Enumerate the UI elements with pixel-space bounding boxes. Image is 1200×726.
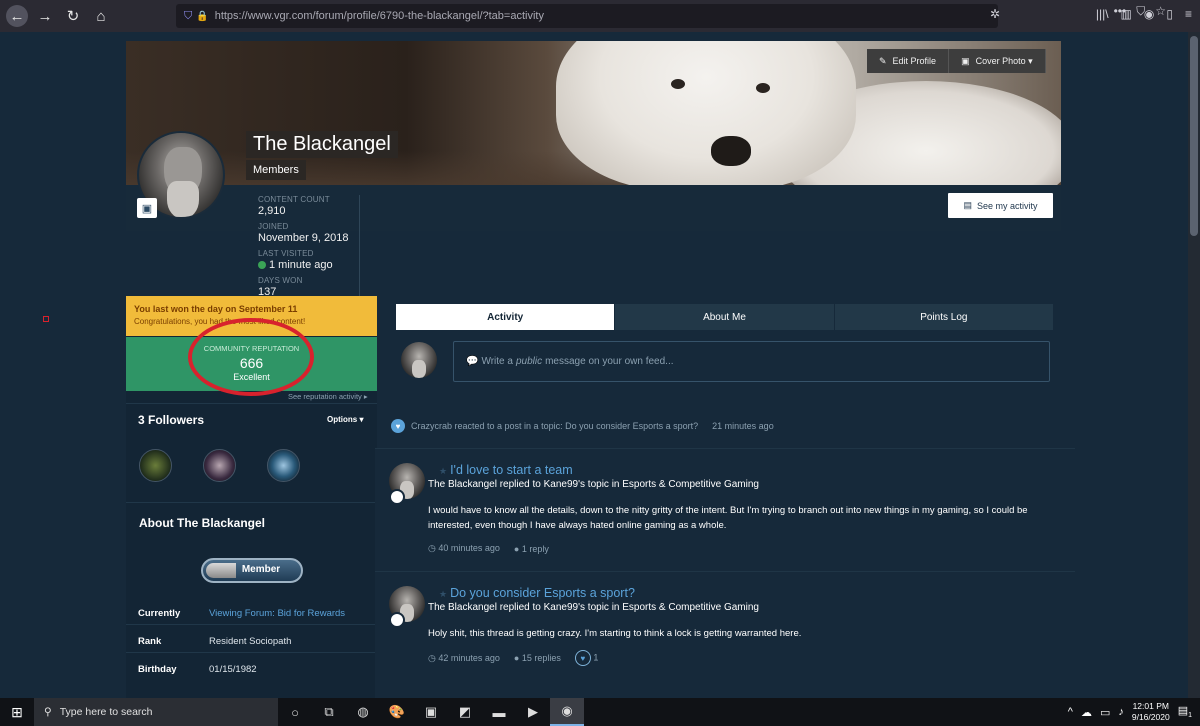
stat-label: LAST VISITED xyxy=(258,249,314,258)
like-icon[interactable]: ♥ xyxy=(574,650,591,666)
heart-icon: ♥ xyxy=(391,419,405,433)
reaction-activity: ♥ Crazycrab reacted to a post in a topic… xyxy=(391,419,774,433)
status-dot xyxy=(389,612,405,628)
tray-chevron-icon[interactable]: ^ xyxy=(1068,706,1073,718)
activity-post: ★ Do you consider Esports a sport? The Bl… xyxy=(375,571,1075,698)
replies-link[interactable]: ● 1 reply xyxy=(514,544,549,554)
stat-label: DAYS WON xyxy=(258,276,303,285)
profile-name: The Blackangel xyxy=(246,131,398,158)
photo-viewer-icon[interactable]: ▣ xyxy=(414,698,448,726)
shield-icon: ⛉ xyxy=(184,9,193,22)
pin-icon: ★ xyxy=(439,589,448,599)
followers-title: 3 Followers xyxy=(138,413,205,427)
follower-avatar[interactable] xyxy=(139,449,172,482)
pencil-icon: ✎ xyxy=(879,55,887,66)
address-bar[interactable]: ⛉ 🔒 https://www.vgr.com/forum/profile/67… xyxy=(176,4,998,28)
firefox-icon[interactable]: ◉ xyxy=(550,698,584,726)
stat-label: JOINED xyxy=(258,222,289,231)
library-icon[interactable]: |||\ xyxy=(1096,7,1109,21)
red-annotation-circle xyxy=(188,318,314,396)
windows-taskbar: ⊞ ⚲ Type here to search ○ ⧉ ◍ 🎨 ▣ ◩ ▬ ▶ … xyxy=(0,698,1200,726)
network-icon[interactable]: ▭ xyxy=(1100,706,1110,719)
notes-icon[interactable]: ◩ xyxy=(448,698,482,726)
profile-group: Members xyxy=(246,160,306,180)
task-view-icon[interactable]: ⧉ xyxy=(312,698,346,726)
paint-icon[interactable]: 🎨 xyxy=(380,698,414,726)
tab-activity[interactable]: Activity xyxy=(396,304,616,330)
post-meta: The Blackangel replied to Kane99's topic… xyxy=(428,602,759,613)
feed-avatar xyxy=(401,342,437,378)
comment-icon: 💬 xyxy=(466,356,479,367)
clock-icon: ◷ xyxy=(428,543,439,553)
online-status-icon xyxy=(258,261,266,269)
browser-toolbar: ← → ↻ ⌂ ⛉ 🔒 https://www.vgr.com/forum/pr… xyxy=(0,0,1200,32)
stat-value: 1 minute ago xyxy=(269,259,333,271)
clock-icon: ◷ xyxy=(428,652,439,663)
url-text: https://www.vgr.com/forum/profile/6790-t… xyxy=(214,10,544,22)
sidebar-icon[interactable]: ▥ xyxy=(1121,7,1132,21)
post-body: Holy shit, this thread is getting crazy.… xyxy=(428,628,802,639)
see-activity-button[interactable]: ▤ See my activity xyxy=(948,193,1053,218)
reload-icon[interactable]: ↻ xyxy=(62,5,84,27)
current-location-link[interactable]: Viewing Forum: Bid for Rewards xyxy=(209,608,345,619)
status-dot xyxy=(389,489,405,505)
taskbar-search[interactable]: ⚲ Type here to search xyxy=(34,698,278,726)
followers-options-button[interactable]: Options ▾ xyxy=(327,415,363,424)
taskbar-clock[interactable]: 12:01 PM 9/16/2020 xyxy=(1132,701,1170,723)
tab-points-log[interactable]: Points Log xyxy=(834,304,1054,330)
follower-avatar[interactable] xyxy=(267,449,300,482)
back-icon[interactable]: ← xyxy=(6,5,28,27)
page-content: ✎ Edit Profile ▣ Cover Photo ▾ The Black… xyxy=(0,32,1188,698)
reaction-text[interactable]: Crazycrab reacted to a post in a topic: … xyxy=(411,421,698,431)
like-count: 1 xyxy=(593,652,599,663)
pin-icon: ★ xyxy=(439,466,448,476)
lock-icon: 🔒 xyxy=(196,10,209,22)
image-icon: ▣ xyxy=(961,55,970,66)
tab-about-me[interactable]: About Me xyxy=(615,304,835,330)
red-marker xyxy=(43,316,49,322)
replies-link[interactable]: ● 15 replies xyxy=(514,653,561,663)
post-title[interactable]: Do you consider Esports a sport? xyxy=(450,586,635,600)
mouse-icon[interactable]: ▯ xyxy=(1166,7,1173,21)
account-icon[interactable]: ◉ xyxy=(1144,7,1154,21)
page-scrollbar[interactable] xyxy=(1188,32,1200,698)
see-reputation-link[interactable]: See reputation activity ▸ xyxy=(288,392,368,401)
comment-icon: ● xyxy=(513,653,522,663)
edit-profile-button[interactable]: ✎ Edit Profile xyxy=(867,49,950,73)
onedrive-icon[interactable]: ☁ xyxy=(1081,706,1092,719)
comment-icon: ● xyxy=(513,543,522,554)
media-player-icon[interactable]: ▶ xyxy=(516,698,550,726)
stat-label: CONTENT COUNT xyxy=(258,195,330,204)
profile-stats: CONTENT COUNT 2,910 JOINED November 9, 2… xyxy=(258,195,360,303)
cover-photo-button[interactable]: ▣ Cover Photo ▾ xyxy=(949,49,1046,73)
post-body: I would have to know all the details, do… xyxy=(428,505,1028,531)
volume-icon[interactable]: ♪ xyxy=(1118,706,1124,718)
post-meta: The Blackangel replied to Kane99's topic… xyxy=(428,479,759,490)
activity-post: ★ I'd love to start a team The Blackangel… xyxy=(375,448,1075,572)
menu-icon[interactable]: ≡ xyxy=(1185,7,1192,21)
status-message-input[interactable]: 💬 Write a public message on your own fee… xyxy=(453,341,1050,382)
post-footer: ◷ 42 minutes ago ● 15 replies ♥ 1 xyxy=(428,650,598,666)
activity-icon: ▤ xyxy=(963,200,972,210)
follower-avatar[interactable] xyxy=(203,449,236,482)
profile-tabs: Activity About Me Points Log xyxy=(396,304,1054,330)
change-photo-icon[interactable]: ▣ xyxy=(137,198,157,218)
notification-icon[interactable]: ▤1 xyxy=(1178,704,1192,719)
search-icon: ⚲ xyxy=(44,706,52,718)
windows-start-icon[interactable]: ⊞ xyxy=(0,698,34,726)
home-icon[interactable]: ⌂ xyxy=(90,5,112,27)
about-title: About The Blackangel xyxy=(139,516,266,530)
reaction-time: 21 minutes ago xyxy=(712,421,774,431)
stat-value: 2,910 xyxy=(258,205,286,217)
member-badge: Member xyxy=(201,558,303,583)
extension-icon[interactable]: ✲ xyxy=(990,7,1000,21)
steam-icon[interactable]: ◍ xyxy=(346,698,380,726)
post-footer: ◷ 40 minutes ago ● 1 reply xyxy=(428,543,549,554)
post-title[interactable]: I'd love to start a team xyxy=(450,463,573,477)
file-explorer-icon[interactable]: ▬ xyxy=(482,698,516,726)
cortana-icon[interactable]: ○ xyxy=(278,698,312,726)
forward-icon[interactable]: → xyxy=(34,5,56,27)
stat-value: November 9, 2018 xyxy=(258,232,349,244)
